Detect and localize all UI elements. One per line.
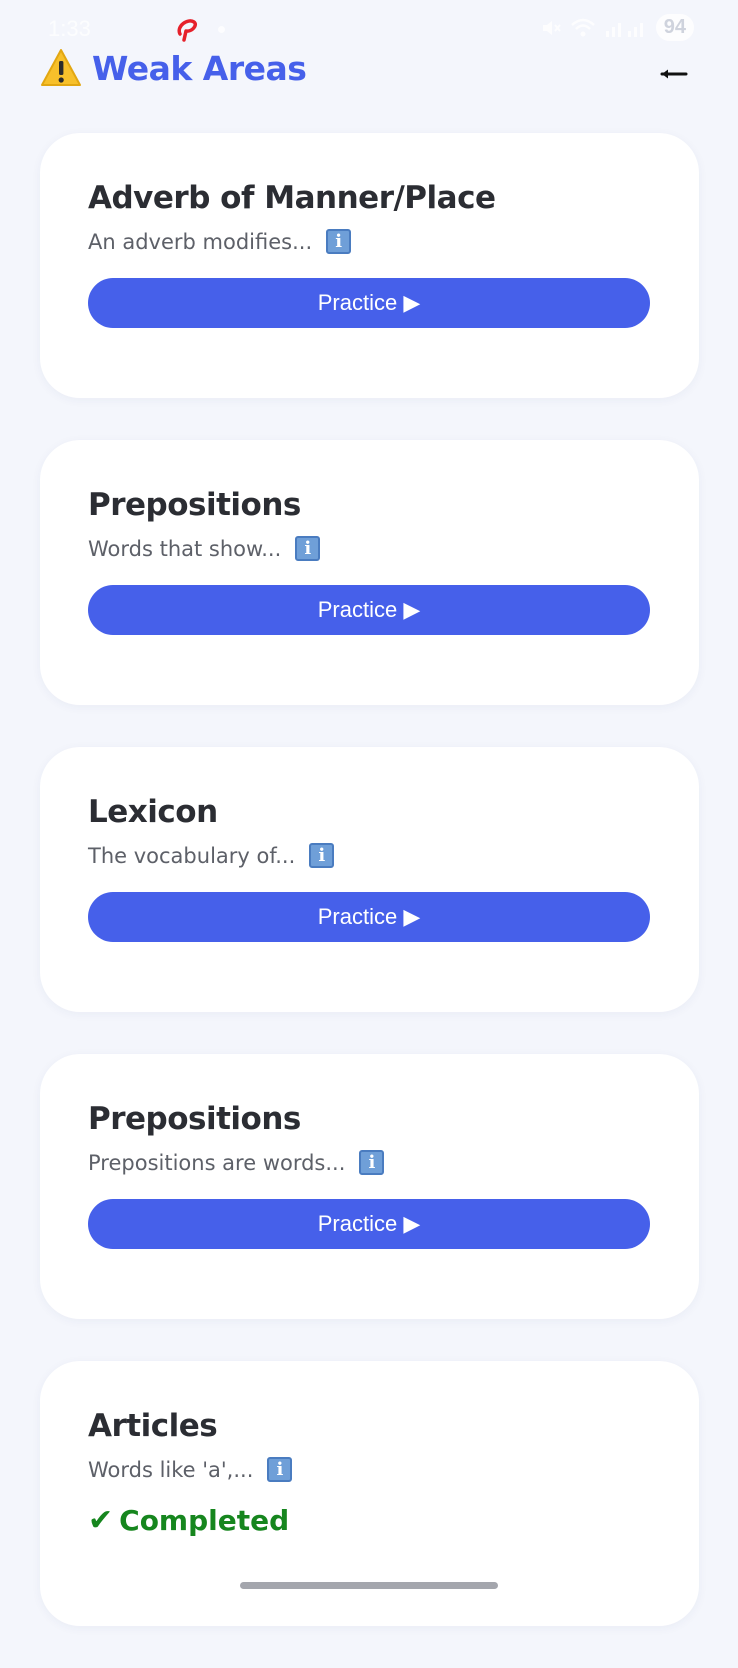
topic-title: Adverb of Manner/Place <box>88 180 496 216</box>
topic-card: Adverb of Manner/Place An adverb modifie… <box>40 133 699 398</box>
info-icon[interactable]: i <box>326 229 352 254</box>
topic-description-row: Prepositions are words... i <box>88 1150 385 1175</box>
topic-title: Prepositions <box>88 1101 301 1137</box>
topic-title: Lexicon <box>88 794 218 830</box>
topic-description-row: Words like 'a',... i <box>88 1457 293 1482</box>
topic-card: Prepositions Words that show... i Practi… <box>40 440 699 705</box>
info-icon[interactable]: i <box>309 843 335 868</box>
practice-button[interactable]: Practice ▶ <box>88 278 650 328</box>
info-icon[interactable]: i <box>359 1150 385 1175</box>
check-icon: ✔ <box>88 1503 114 1538</box>
notification-dot-icon <box>218 26 225 33</box>
home-indicator[interactable] <box>240 1582 498 1589</box>
weak-areas-list: Adverb of Manner/Place An adverb modifie… <box>40 133 699 1668</box>
status-time: 1:33 <box>48 16 91 41</box>
topic-description: Words that show... <box>88 536 282 561</box>
topic-card: Lexicon The vocabulary of... i Practice … <box>40 747 699 1012</box>
topic-description: Words like 'a',... <box>88 1457 254 1482</box>
mute-icon <box>542 20 561 35</box>
carrier-logo-icon <box>177 19 198 42</box>
status-indicators: 94 <box>540 14 694 41</box>
warning-icon <box>41 49 81 86</box>
battery-level: 94 <box>655 14 694 41</box>
wifi-icon <box>570 18 595 36</box>
practice-button[interactable]: Practice ▶ <box>88 1199 650 1249</box>
info-icon[interactable]: i <box>295 536 321 561</box>
topic-description-row: Words that show... i <box>88 536 321 561</box>
info-icon[interactable]: i <box>267 1457 293 1482</box>
topic-description: An adverb modifies... <box>88 229 313 254</box>
topic-title: Articles <box>88 1408 218 1444</box>
topic-description: The vocabulary of... <box>88 843 296 868</box>
completed-label: Completed <box>119 1504 290 1537</box>
signal-icon <box>605 22 643 37</box>
topic-description-row: The vocabulary of... i <box>88 843 335 868</box>
topic-card: Prepositions Prepositions are words... i… <box>40 1054 699 1319</box>
topic-title: Prepositions <box>88 487 301 523</box>
back-arrow-icon <box>660 69 688 79</box>
page-header: Weak Areas <box>40 44 307 92</box>
back-button[interactable] <box>652 56 696 92</box>
practice-button[interactable]: Practice ▶ <box>88 585 650 635</box>
topic-description: Prepositions are words... <box>88 1150 346 1175</box>
completed-status: ✔ Completed <box>88 1503 289 1538</box>
page-title: Weak Areas <box>92 48 307 88</box>
topic-description-row: An adverb modifies... i <box>88 229 352 254</box>
practice-button[interactable]: Practice ▶ <box>88 892 650 942</box>
